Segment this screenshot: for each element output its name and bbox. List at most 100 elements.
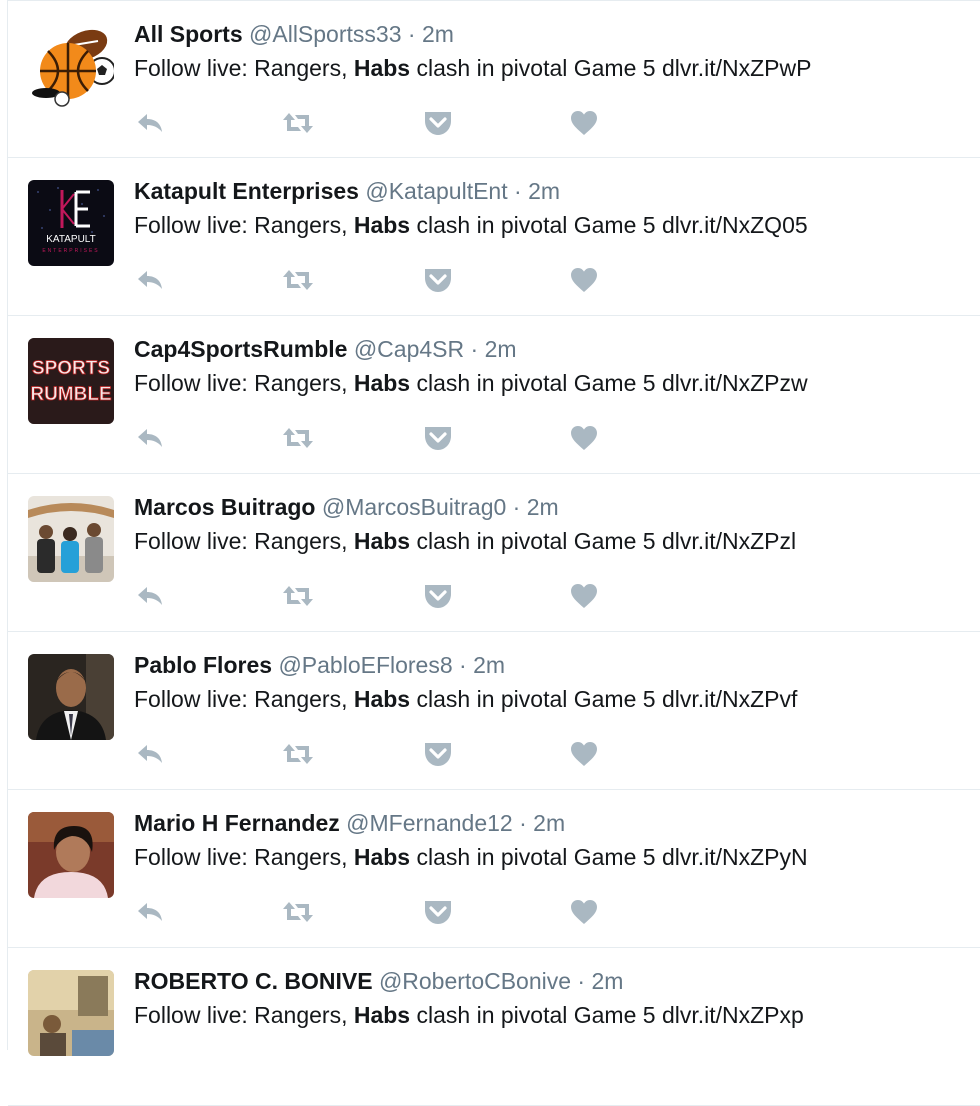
like-button[interactable] bbox=[568, 422, 604, 454]
pocket-button[interactable] bbox=[422, 422, 458, 454]
retweet-button[interactable] bbox=[280, 107, 316, 139]
heart-icon bbox=[571, 426, 597, 450]
tweet[interactable]: Marcos Buitrago @MarcosBuitrag0 · 2m Fol… bbox=[8, 474, 980, 632]
tweet-text-part: clash in pivotal Game 5 dlvr.it/NxZPvf bbox=[410, 686, 798, 712]
fullname[interactable]: All Sports bbox=[134, 21, 243, 47]
heart-icon bbox=[571, 742, 597, 766]
timestamp[interactable]: 2m bbox=[527, 494, 559, 520]
reply-button[interactable] bbox=[134, 422, 170, 454]
tweet-header: All Sports @AllSportss33 · 2m bbox=[134, 19, 454, 49]
like-button[interactable] bbox=[568, 107, 604, 139]
fullname[interactable]: Katapult Enterprises bbox=[134, 178, 359, 204]
pocket-save-icon bbox=[425, 269, 451, 292]
fullname[interactable]: Marcos Buitrago bbox=[134, 494, 315, 520]
username[interactable]: @KatapultEnt bbox=[365, 178, 507, 204]
tweet-actions bbox=[134, 896, 634, 928]
pocket-button[interactable] bbox=[422, 580, 458, 612]
tweet-actions bbox=[134, 107, 634, 139]
username[interactable]: @AllSportss33 bbox=[249, 21, 401, 47]
fullname[interactable]: Mario H Fernandez bbox=[134, 810, 340, 836]
fullname[interactable]: Cap4SportsRumble bbox=[134, 336, 347, 362]
reply-icon bbox=[138, 271, 162, 289]
tweet-header: Cap4SportsRumble @Cap4SR · 2m bbox=[134, 334, 517, 364]
separator: · bbox=[401, 21, 422, 47]
username[interactable]: @PabloEFlores8 bbox=[278, 652, 452, 678]
tweet-actions bbox=[134, 264, 634, 296]
pocket-button[interactable] bbox=[422, 264, 458, 296]
username[interactable]: @Cap4SR bbox=[354, 336, 464, 362]
katapult-logo-subtext: ENTERPRISES bbox=[42, 248, 99, 254]
tweet[interactable]: All Sports @AllSportss33 · 2m Follow liv… bbox=[8, 0, 980, 158]
tweet-text: Follow live: Rangers, Habs clash in pivo… bbox=[134, 210, 808, 240]
timestamp[interactable]: 2m bbox=[528, 178, 560, 204]
tweet-text: Follow live: Rangers, Habs clash in pivo… bbox=[134, 842, 808, 872]
tweet-header: Katapult Enterprises @KatapultEnt · 2m bbox=[134, 176, 560, 206]
retweet-button[interactable] bbox=[280, 264, 316, 296]
tweet-header: ROBERTO C. BONIVE @RobertoCBonive · 2m bbox=[134, 966, 623, 996]
sports-rumble-logo-line2: RUMBLE bbox=[30, 384, 111, 405]
retweet-icon bbox=[283, 902, 313, 922]
tweet-text-highlight: Habs bbox=[353, 212, 411, 238]
avatar-katapult-enterprises[interactable]: KATAPULT ENTERPRISES bbox=[28, 180, 114, 266]
retweet-button[interactable] bbox=[280, 738, 316, 770]
tweet-text-highlight: Habs bbox=[353, 686, 411, 712]
pocket-button[interactable] bbox=[422, 107, 458, 139]
retweet-icon bbox=[283, 428, 313, 448]
retweet-button[interactable] bbox=[280, 422, 316, 454]
reply-icon bbox=[138, 745, 162, 763]
avatar-roberto-c-bonive[interactable] bbox=[28, 970, 114, 1056]
avatar-marcos-buitrago[interactable] bbox=[28, 496, 114, 582]
tweet-text-part: clash in pivotal Game 5 dlvr.it/NxZPxp bbox=[410, 1002, 804, 1028]
tweet[interactable]: ROBERTO C. BONIVE @RobertoCBonive · 2m F… bbox=[8, 948, 980, 1106]
tweet-header: Pablo Flores @PabloEFlores8 · 2m bbox=[134, 650, 505, 680]
pocket-save-icon bbox=[425, 901, 451, 924]
tweet[interactable]: KATAPULT ENTERPRISES Katapult Enterprise… bbox=[8, 158, 980, 316]
tweet-text-part: clash in pivotal Game 5 dlvr.it/NxZPzw bbox=[410, 370, 808, 396]
timestamp[interactable]: 2m bbox=[422, 21, 454, 47]
tweet-text-part: clash in pivotal Game 5 dlvr.it/NxZQ05 bbox=[410, 212, 808, 238]
tweet[interactable]: Mario H Fernandez @MFernande12 · 2m Foll… bbox=[8, 790, 980, 948]
avatar-mario-h-fernandez[interactable] bbox=[28, 812, 114, 898]
reply-button[interactable] bbox=[134, 107, 170, 139]
reply-button[interactable] bbox=[134, 264, 170, 296]
timestamp[interactable]: 2m bbox=[592, 968, 624, 994]
retweet-button[interactable] bbox=[280, 896, 316, 928]
like-button[interactable] bbox=[568, 580, 604, 612]
like-button[interactable] bbox=[568, 896, 604, 928]
tweet-text-part: clash in pivotal Game 5 dlvr.it/NxZPyN bbox=[410, 844, 808, 870]
like-button[interactable] bbox=[568, 738, 604, 770]
katapult-logo-text: KATAPULT bbox=[46, 234, 95, 245]
like-button[interactable] bbox=[568, 264, 604, 296]
tweet-text: Follow live: Rangers, Habs clash in pivo… bbox=[134, 1000, 804, 1030]
tweet-actions bbox=[134, 738, 634, 770]
reply-button[interactable] bbox=[134, 738, 170, 770]
username[interactable]: @MFernande12 bbox=[346, 810, 513, 836]
tweet-text-part: Follow live: Rangers, bbox=[134, 55, 354, 81]
tweet[interactable]: SPORTS RUMBLE Cap4SportsRumble @Cap4SR ·… bbox=[8, 316, 980, 474]
tweet-stream: All Sports @AllSportss33 · 2m Follow liv… bbox=[7, 0, 980, 1106]
pocket-button[interactable] bbox=[422, 896, 458, 928]
tweet-text-highlight: Habs bbox=[353, 370, 411, 396]
timestamp[interactable]: 2m bbox=[473, 652, 505, 678]
timestamp[interactable]: 2m bbox=[485, 336, 517, 362]
sports-rumble-logo-line1: SPORTS bbox=[32, 358, 110, 379]
timestamp[interactable]: 2m bbox=[533, 810, 565, 836]
separator: · bbox=[571, 968, 592, 994]
tweet-text-highlight: Habs bbox=[353, 528, 411, 554]
tweet[interactable]: Pablo Flores @PabloEFlores8 · 2m Follow … bbox=[8, 632, 980, 790]
tweet-text-highlight: Habs bbox=[353, 55, 411, 81]
avatar-all-sports[interactable] bbox=[28, 23, 114, 109]
tweet-text-part: Follow live: Rangers, bbox=[134, 528, 354, 554]
tweet-text: Follow live: Rangers, Habs clash in pivo… bbox=[134, 368, 808, 398]
avatar-pablo-flores[interactable] bbox=[28, 654, 114, 740]
pocket-button[interactable] bbox=[422, 738, 458, 770]
username[interactable]: @MarcosBuitrag0 bbox=[322, 494, 506, 520]
avatar-cap4sportsrumble[interactable]: SPORTS RUMBLE bbox=[28, 338, 114, 424]
reply-button[interactable] bbox=[134, 580, 170, 612]
fullname[interactable]: ROBERTO C. BONIVE bbox=[134, 968, 373, 994]
fullname[interactable]: Pablo Flores bbox=[134, 652, 272, 678]
retweet-button[interactable] bbox=[280, 580, 316, 612]
retweet-icon bbox=[283, 586, 313, 606]
reply-button[interactable] bbox=[134, 896, 170, 928]
username[interactable]: @RobertoCBonive bbox=[379, 968, 571, 994]
